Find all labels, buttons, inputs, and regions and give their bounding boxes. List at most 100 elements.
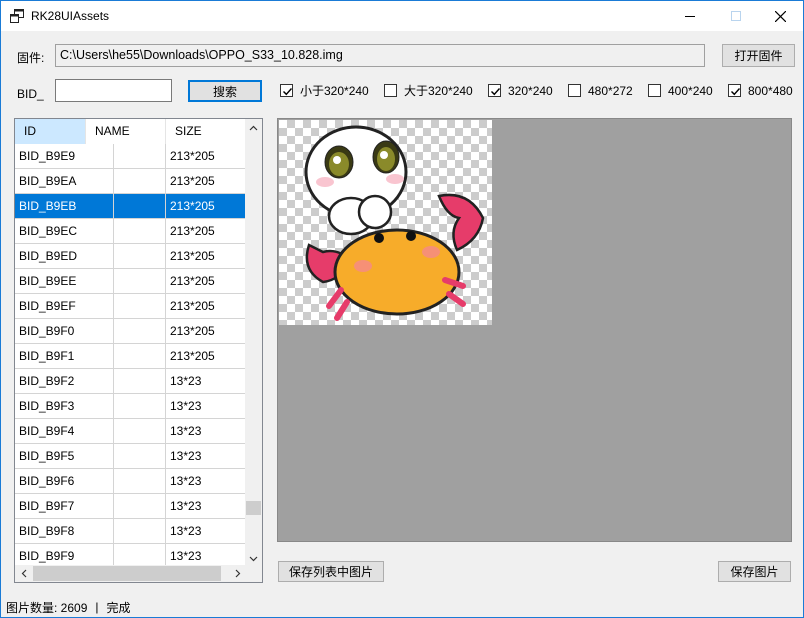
- cell-size: 213*205: [170, 324, 215, 338]
- cell-name: [114, 369, 165, 393]
- cell-size: 213*205: [170, 299, 215, 313]
- cell-size: 213*205: [170, 274, 215, 288]
- cell-size: 13*23: [170, 449, 202, 463]
- chevron-right-icon: [235, 569, 240, 578]
- cell-name: [114, 469, 165, 493]
- search-button[interactable]: 搜索: [188, 80, 262, 102]
- cell-name: [114, 294, 165, 318]
- table-row[interactable]: BID_B9EE 213*205: [15, 269, 246, 294]
- cell-size: 13*23: [170, 524, 202, 538]
- scroll-right-button[interactable]: [229, 565, 246, 582]
- vertical-scrollbar[interactable]: [245, 119, 262, 567]
- minimize-button[interactable]: [667, 1, 713, 31]
- table-row[interactable]: BID_B9F8 13*23: [15, 519, 246, 544]
- filter-label: 480*272: [588, 83, 633, 98]
- cell-id: BID_B9EF: [19, 299, 76, 313]
- bid-search-input[interactable]: [55, 79, 172, 102]
- scroll-thumb[interactable]: [246, 501, 261, 515]
- check-icon: [491, 88, 501, 96]
- scroll-left-button[interactable]: [15, 565, 32, 582]
- status-bar: 图片数量: 2609 | 完成: [1, 597, 803, 617]
- cell-name: [114, 519, 165, 543]
- table-row[interactable]: BID_B9E9 213*205: [15, 144, 246, 169]
- table-row[interactable]: BID_B9EC 213*205: [15, 219, 246, 244]
- filter-800x480[interactable]: 800*480: [728, 83, 793, 98]
- column-divider: [113, 144, 114, 569]
- open-firmware-button[interactable]: 打开固件: [722, 44, 795, 67]
- cell-size: 213*205: [170, 174, 215, 188]
- filter-480x272[interactable]: 480*272: [568, 83, 633, 98]
- horizontal-scrollbar[interactable]: [15, 565, 246, 582]
- column-divider: [165, 144, 166, 569]
- column-header-id[interactable]: ID: [15, 119, 86, 144]
- check-icon: [731, 88, 741, 96]
- cell-size: 213*205: [170, 224, 215, 238]
- asset-list[interactable]: ID NAME SIZE BID_B9E9 213*205 BID_B9EA 213*…: [14, 118, 263, 583]
- table-row[interactable]: BID_B9EF 213*205: [15, 294, 246, 319]
- main-window: RK28UIAssets 固件: C:\Users\he55\Downloads…: [0, 0, 804, 618]
- cell-id: BID_B9ED: [19, 249, 78, 263]
- filter-400x240[interactable]: 400*240: [648, 83, 713, 98]
- chevron-up-icon: [249, 125, 258, 130]
- close-button[interactable]: [757, 1, 803, 31]
- state-status: 完成: [106, 600, 131, 615]
- cell-size: 13*23: [170, 399, 202, 413]
- firmware-path-field[interactable]: C:\Users\he55\Downloads\OPPO_S33_10.828.…: [55, 44, 705, 67]
- checkbox[interactable]: [648, 84, 661, 97]
- status-separator: |: [95, 600, 99, 614]
- cell-id: BID_B9EE: [19, 274, 77, 288]
- table-row[interactable]: BID_B9F5 13*23: [15, 444, 246, 469]
- scroll-thumb[interactable]: [33, 566, 221, 581]
- cell-name: [114, 319, 165, 343]
- cell-name: [114, 419, 165, 443]
- cell-name: [114, 344, 165, 368]
- cell-name: [114, 144, 165, 168]
- table-row[interactable]: BID_B9F4 13*23: [15, 419, 246, 444]
- scroll-up-button[interactable]: [245, 119, 262, 136]
- cell-id: BID_B9F3: [19, 399, 75, 413]
- cell-size: 213*205: [170, 199, 215, 213]
- close-icon: [774, 10, 786, 22]
- filter-smaller-320x240[interactable]: 小于320*240: [280, 83, 369, 98]
- filter-larger-320x240[interactable]: 大于320*240: [384, 83, 473, 98]
- cell-id: BID_B9F6: [19, 474, 75, 488]
- image-count-status: 图片数量: 2609: [6, 600, 88, 615]
- maximize-button[interactable]: [713, 1, 759, 31]
- cell-size: 213*205: [170, 149, 215, 163]
- table-row[interactable]: BID_B9F7 13*23: [15, 494, 246, 519]
- cell-size: 13*23: [170, 374, 202, 388]
- filter-label: 800*480: [748, 83, 793, 98]
- cell-id: BID_B9F8: [19, 524, 75, 538]
- checkbox[interactable]: [384, 84, 397, 97]
- column-header-size[interactable]: SIZE: [166, 119, 246, 144]
- cell-id: BID_B9F4: [19, 424, 75, 438]
- cell-size: 213*205: [170, 349, 215, 363]
- checkbox[interactable]: [728, 84, 741, 97]
- column-header-name[interactable]: NAME: [86, 119, 166, 144]
- save-list-images-button[interactable]: 保存列表中图片: [278, 561, 384, 582]
- table-row[interactable]: BID_B9EA 213*205: [15, 169, 246, 194]
- cell-name: [114, 494, 165, 518]
- table-row[interactable]: BID_B9ED 213*205: [15, 244, 246, 269]
- firmware-label: 固件:: [17, 51, 45, 65]
- filter-320x240[interactable]: 320*240: [488, 83, 553, 98]
- table-row[interactable]: BID_B9F0 213*205: [15, 319, 246, 344]
- save-image-button[interactable]: 保存图片: [718, 561, 791, 582]
- cell-name: [114, 244, 165, 268]
- cell-id: BID_B9F5: [19, 449, 75, 463]
- checkbox[interactable]: [488, 84, 501, 97]
- cell-id: BID_B9F1: [19, 349, 75, 363]
- list-header: ID NAME SIZE: [15, 119, 246, 144]
- table-row[interactable]: BID_B9F1 213*205: [15, 344, 246, 369]
- checkbox[interactable]: [280, 84, 293, 97]
- filter-label: 小于320*240: [300, 84, 369, 98]
- table-row[interactable]: BID_B9F2 13*23: [15, 369, 246, 394]
- check-icon: [283, 88, 293, 96]
- cell-size: 13*23: [170, 474, 202, 488]
- table-row[interactable]: BID_B9EB 213*205: [15, 194, 246, 219]
- chevron-left-icon: [21, 569, 26, 578]
- checkbox[interactable]: [568, 84, 581, 97]
- cell-name: [114, 169, 165, 193]
- table-row[interactable]: BID_B9F6 13*23: [15, 469, 246, 494]
- table-row[interactable]: BID_B9F3 13*23: [15, 394, 246, 419]
